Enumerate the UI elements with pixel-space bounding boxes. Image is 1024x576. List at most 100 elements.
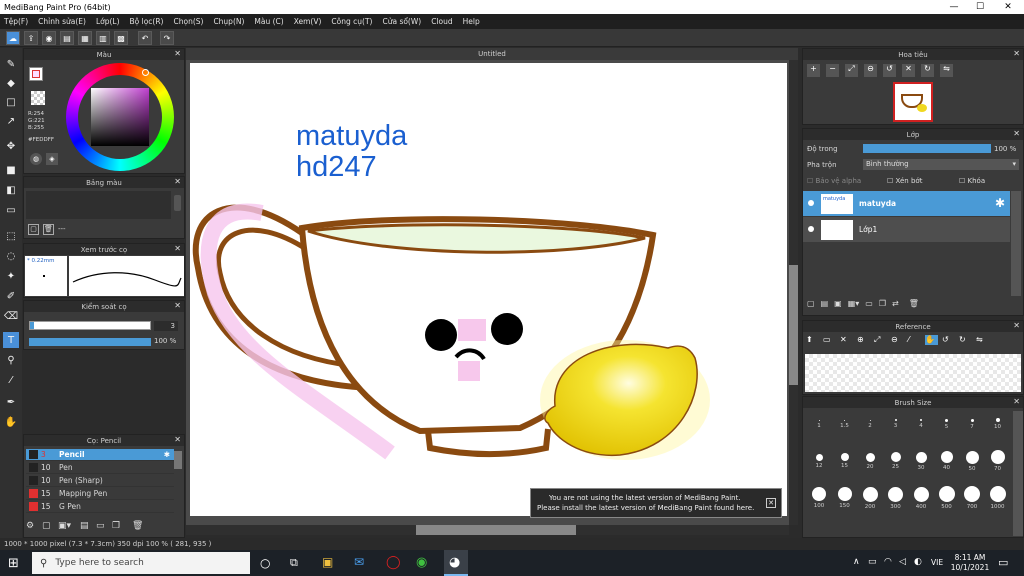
canvas-vscroll[interactable] (789, 60, 798, 525)
brush-size-option[interactable]: 100 (807, 483, 831, 513)
gear-icon[interactable]: ✱ (995, 196, 1005, 210)
saturation-square[interactable] (91, 88, 149, 146)
close-icon[interactable]: ✕ (174, 301, 181, 310)
clipping-checkbox[interactable]: ☐ Xén bớt (887, 177, 959, 185)
transparent-swatch[interactable] (31, 91, 45, 105)
eye-icon[interactable] (808, 226, 814, 232)
brush-opacity-slider[interactable] (29, 338, 151, 346)
fit-icon[interactable]: ⤢ (874, 335, 887, 345)
canvas-tab[interactable]: Untitled (186, 48, 798, 60)
snap-grid-icon[interactable]: ▩ (114, 31, 128, 45)
trash-icon[interactable]: 🗑 (909, 299, 919, 308)
chat-icon[interactable]: ▤ (60, 31, 74, 45)
menu-tools[interactable]: Công cụ(T) (331, 17, 372, 26)
brush-size-option[interactable]: 5 (935, 409, 959, 439)
close-icon[interactable]: ✕ (1013, 129, 1020, 138)
brush-tool-icon[interactable]: ✎ (3, 56, 19, 72)
brush-list-item[interactable]: 10 Pen (Sharp) (26, 475, 174, 487)
new-palette-icon[interactable]: ▢ (28, 224, 39, 235)
cloud-icon[interactable]: ☁ (6, 31, 20, 45)
select-eraser-icon[interactable]: ⌫ (3, 308, 19, 324)
menu-file[interactable]: Tệp(F) (4, 17, 28, 26)
notice-line2[interactable]: Please install the latest version of Med… (537, 503, 781, 513)
comment-icon[interactable]: ◉ (42, 31, 56, 45)
close-icon[interactable]: ✕ (1013, 397, 1020, 406)
foreground-color-swatch[interactable] (29, 67, 43, 81)
undo-icon[interactable]: ↶ (138, 31, 152, 45)
taskbar-search[interactable]: ⚲ Type here to search (32, 552, 250, 574)
reference-canvas[interactable] (805, 354, 1021, 392)
brush-size-option[interactable]: 15 (833, 446, 857, 476)
brush-size-option[interactable]: 1000 (986, 483, 1010, 513)
magic-wand-icon[interactable]: ✦ (3, 268, 19, 284)
close-notice-button[interactable]: ✕ (766, 498, 776, 508)
rect-tool-icon[interactable]: □ (3, 94, 19, 110)
display-icon[interactable]: ◐ (914, 557, 922, 567)
close-button[interactable]: ✕ (994, 0, 1022, 14)
menu-filter[interactable]: Bộ lọc(R) (130, 17, 164, 26)
fullscreen-icon[interactable]: ✕ (902, 64, 915, 77)
brush-size-option[interactable]: 1 (807, 409, 831, 439)
brush-file-icon[interactable]: ▤ (80, 521, 92, 533)
protect-alpha-checkbox[interactable]: ☐ Bảo vệ alpha (807, 177, 887, 185)
close-icon[interactable]: ✕ (174, 435, 181, 444)
swap-icon[interactable]: ◈ (46, 153, 58, 165)
brush-size-option[interactable]: 400 (909, 483, 933, 513)
brush-size-option[interactable]: 500 (935, 483, 959, 513)
lock-checkbox[interactable]: ☐ Khóa (959, 177, 985, 185)
panel-icon[interactable]: ▦ (78, 31, 92, 45)
brush-size-option[interactable]: 20 (858, 446, 882, 476)
menu-edit[interactable]: Chỉnh sửa(E) (38, 17, 86, 26)
eraser-tool-icon[interactable]: ◆ (3, 75, 19, 91)
drawing-canvas[interactable]: matuyda hd247 (190, 63, 787, 516)
new-layer-icon[interactable]: ▢ (807, 299, 815, 308)
fill-rect-tool-icon[interactable]: ■ (3, 162, 19, 178)
hue-wheel[interactable] (66, 63, 174, 171)
new-layer-icon[interactable]: ▤ (821, 299, 829, 308)
maximize-button[interactable]: ☐ (966, 0, 994, 14)
medibang-taskbar-button[interactable]: ◕ (444, 550, 468, 576)
upload-icon[interactable]: ⇪ (24, 31, 38, 45)
language-indicator[interactable]: VIE (931, 558, 943, 567)
brush-size-scrollbar[interactable] (1013, 411, 1023, 536)
add-brush-icon[interactable]: ▣▾ (58, 521, 76, 533)
brush-size-option[interactable]: 700 (960, 483, 984, 513)
brush-list-item[interactable]: 15 Mapping Pen (26, 488, 174, 500)
merge-icon[interactable]: ❐ (879, 299, 886, 308)
palette-area[interactable] (26, 191, 171, 219)
navigator-thumbnail[interactable] (893, 82, 933, 122)
brush-settings-icon[interactable]: ⚙ (26, 521, 38, 533)
gear-icon[interactable]: ✱ (164, 450, 170, 459)
menu-select[interactable]: Chọn(S) (173, 17, 203, 26)
redo-icon[interactable]: ↷ (160, 31, 174, 45)
upload-icon[interactable]: ⬆ (806, 335, 819, 345)
eyedropper-tool-icon[interactable]: ⁄ (3, 372, 19, 388)
brush-list-item[interactable]: 3 Pencil ✱ (26, 449, 174, 461)
rotate-left-icon[interactable]: ↺ (942, 335, 955, 345)
hand-icon[interactable]: ✋ (925, 335, 938, 345)
brush-size-option[interactable]: 25 (884, 446, 908, 476)
operation-tool-icon[interactable]: ⚲ (3, 352, 19, 368)
close-icon[interactable]: ✕ (1013, 49, 1020, 58)
brush-list-item[interactable]: 15 G Pen (26, 501, 174, 513)
menu-color[interactable]: Màu (C) (254, 17, 283, 26)
brush-size-option[interactable]: 40 (935, 446, 959, 476)
menu-help[interactable]: Help (463, 17, 480, 26)
brush-size-value[interactable]: 3 (154, 321, 178, 331)
brush-list-scrollbar[interactable] (174, 451, 182, 469)
hue-marker[interactable] (142, 69, 149, 76)
brush-size-option[interactable]: 50 (960, 446, 984, 476)
cortana-icon[interactable]: ○ (260, 556, 270, 570)
menu-layer[interactable]: Lớp(L) (96, 17, 120, 26)
move-layer-icon[interactable]: ⇄ (892, 299, 899, 308)
hand-tool-icon[interactable]: ✋ (3, 414, 19, 430)
flip-icon[interactable]: ⇋ (940, 64, 953, 77)
dropper-icon[interactable]: ✒ (3, 394, 19, 410)
minimize-button[interactable]: — (940, 0, 968, 14)
brush-size-slider[interactable] (29, 321, 151, 330)
wifi-icon[interactable]: ◠ (884, 557, 892, 567)
rotate-right-icon[interactable]: ↻ (959, 335, 972, 345)
store-icon[interactable]: ▣ (322, 555, 333, 569)
blend-mode-select[interactable]: Bình thường ▾ (863, 159, 1019, 170)
grid-icon[interactable]: ▥ (96, 31, 110, 45)
